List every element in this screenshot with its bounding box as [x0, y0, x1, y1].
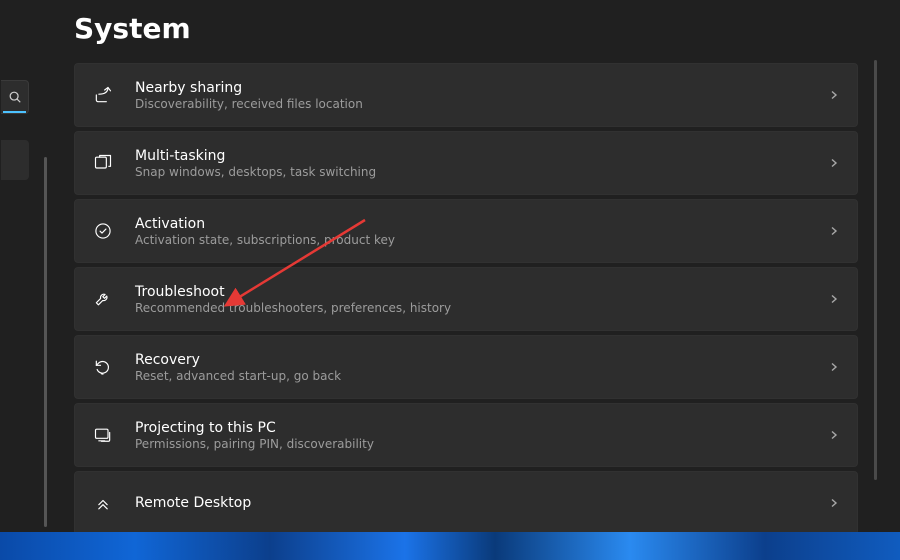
page-title: System	[74, 12, 858, 45]
share-icon	[89, 81, 117, 109]
setting-card-title: Projecting to this PC	[135, 420, 827, 436]
desktop-wallpaper-strip	[0, 532, 900, 560]
content-area: System Nearby sharingDiscoverability, re…	[74, 12, 858, 532]
setting-card-desc: Recommended troubleshooters, preferences…	[135, 301, 827, 315]
setting-card-nearby-sharing[interactable]: Nearby sharingDiscoverability, received …	[74, 63, 858, 127]
setting-card-title: Multi-tasking	[135, 148, 827, 164]
setting-card-title: Nearby sharing	[135, 80, 827, 96]
setting-card-multi-tasking[interactable]: Multi-taskingSnap windows, desktops, tas…	[74, 131, 858, 195]
setting-card-title: Activation	[135, 216, 827, 232]
wrench-icon	[89, 285, 117, 313]
chevron-right-icon	[827, 224, 841, 238]
setting-card-desc: Activation state, subscriptions, product…	[135, 233, 827, 247]
setting-card-title: Recovery	[135, 352, 827, 368]
multitask-icon	[89, 149, 117, 177]
setting-card-activation[interactable]: ActivationActivation state, subscription…	[74, 199, 858, 263]
setting-card-text: Nearby sharingDiscoverability, received …	[135, 80, 827, 111]
chevron-right-icon	[827, 428, 841, 442]
settings-list: Nearby sharingDiscoverability, received …	[74, 63, 858, 532]
search-input[interactable]	[1, 80, 29, 114]
setting-card-text: Multi-taskingSnap windows, desktops, tas…	[135, 148, 827, 179]
setting-card-desc: Reset, advanced start-up, go back	[135, 369, 827, 383]
setting-card-text: TroubleshootRecommended troubleshooters,…	[135, 284, 827, 315]
settings-window: System Nearby sharingDiscoverability, re…	[0, 0, 880, 532]
search-focus-underline	[3, 111, 26, 113]
setting-card-text: Projecting to this PCPermissions, pairin…	[135, 420, 827, 451]
setting-card-remote-desktop[interactable]: Remote Desktop	[74, 471, 858, 532]
setting-card-desc: Discoverability, received files location	[135, 97, 827, 111]
recovery-icon	[89, 353, 117, 381]
setting-card-text: Remote Desktop	[135, 495, 827, 511]
checkcircle-icon	[89, 217, 117, 245]
chevron-right-icon	[827, 360, 841, 374]
remote-icon	[89, 489, 117, 517]
setting-card-text: ActivationActivation state, subscription…	[135, 216, 827, 247]
sidebar-item-system[interactable]	[1, 140, 29, 180]
setting-card-text: RecoveryReset, advanced start-up, go bac…	[135, 352, 827, 383]
setting-card-troubleshoot[interactable]: TroubleshootRecommended troubleshooters,…	[74, 267, 858, 331]
setting-card-projecting[interactable]: Projecting to this PCPermissions, pairin…	[74, 403, 858, 467]
chevron-right-icon	[827, 88, 841, 102]
setting-card-recovery[interactable]: RecoveryReset, advanced start-up, go bac…	[74, 335, 858, 399]
left-rail	[0, 80, 30, 180]
setting-card-desc: Permissions, pairing PIN, discoverabilit…	[135, 437, 827, 451]
setting-card-desc: Snap windows, desktops, task switching	[135, 165, 827, 179]
chevron-right-icon	[827, 156, 841, 170]
content-scrollbar[interactable]	[874, 60, 877, 480]
project-icon	[89, 421, 117, 449]
setting-card-title: Remote Desktop	[135, 495, 827, 511]
chevron-right-icon	[827, 292, 841, 306]
sidebar-scrollbar	[44, 157, 47, 527]
search-icon	[8, 90, 22, 104]
setting-card-title: Troubleshoot	[135, 284, 827, 300]
chevron-right-icon	[827, 496, 841, 510]
